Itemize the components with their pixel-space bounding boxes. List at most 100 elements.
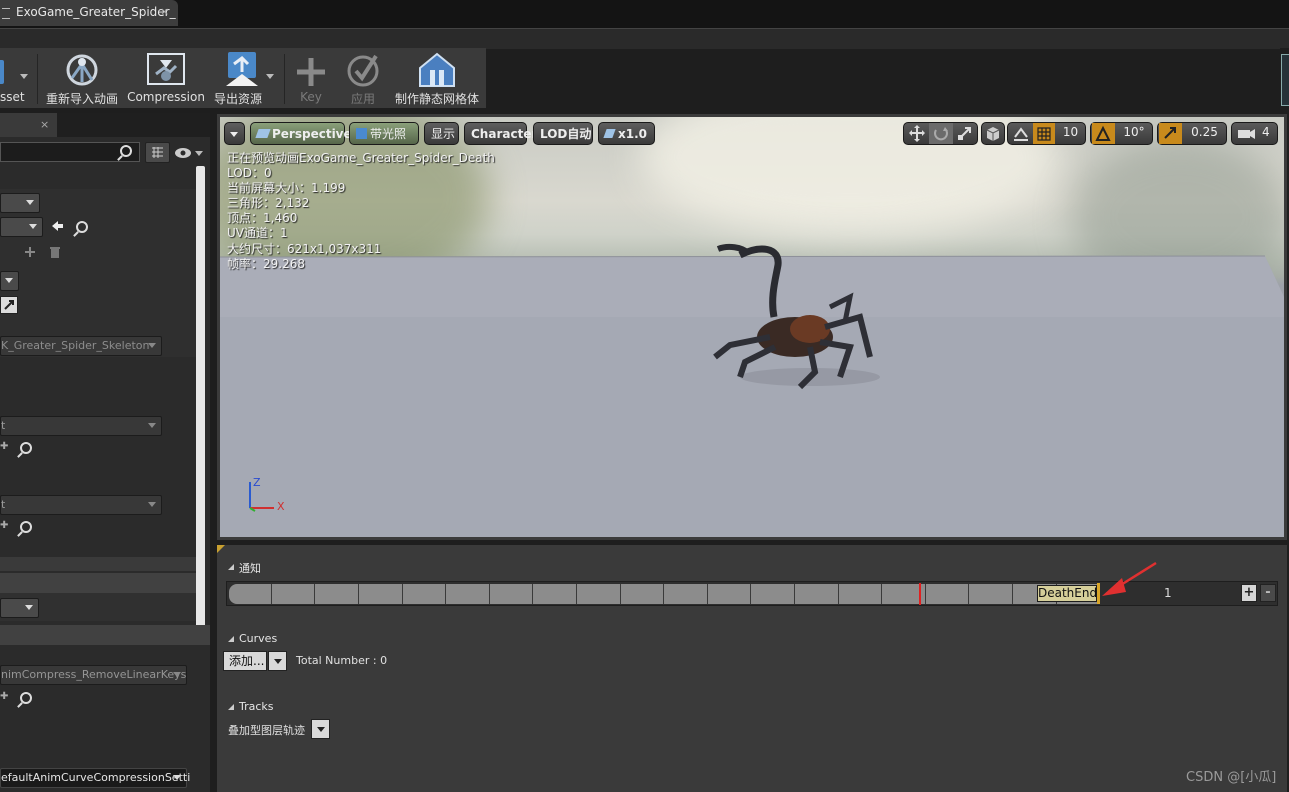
curve-compression-picker[interactable]: efaultAnimCurveCompressionSetti (0, 768, 190, 788)
search-icon[interactable] (76, 221, 88, 233)
preview-viewport[interactable]: Perspective 带光照 显示 Character LOD自动 x1.0 (220, 117, 1284, 537)
lod-label: LOD自动 (540, 127, 592, 141)
playhead-marker[interactable] (919, 583, 921, 605)
document-tab[interactable]: ExoGame_Greater_Spider_ × (0, 0, 178, 26)
lit-mode-button[interactable]: 带光照 (349, 122, 419, 145)
chevron-down-icon (266, 74, 274, 79)
visibility-button[interactable] (174, 145, 204, 161)
details-category-header[interactable] (0, 625, 210, 645)
use-selected-icon[interactable]: ✚ (0, 441, 8, 452)
tracks-section-label[interactable]: Tracks (239, 700, 274, 713)
lit-icon (356, 128, 367, 139)
asset-picker[interactable]: t (0, 416, 162, 436)
skeleton-picker[interactable]: K_Greater_Spider_Skeleton (0, 336, 162, 356)
back-arrow-icon[interactable] (50, 219, 64, 233)
scale-snap-toggle[interactable] (1159, 123, 1182, 144)
use-selected-icon[interactable]: ✚ (0, 691, 8, 702)
collapse-triangle-icon[interactable] (228, 564, 234, 570)
translate-tool[interactable] (906, 123, 928, 144)
scale-snap-group: 0.25 (1157, 122, 1227, 145)
stats-line: UV通道：1 (227, 226, 288, 241)
search-icon[interactable] (20, 521, 32, 533)
reset-icon (4, 300, 14, 310)
viewport-options-button[interactable] (224, 122, 245, 145)
timeline-frame-cell (229, 584, 272, 604)
save-asset-button[interactable]: sset (0, 48, 34, 108)
chevron-down-icon (20, 74, 28, 79)
details-category-header[interactable] (0, 167, 196, 188)
export-asset-button[interactable]: 导出资源 (208, 48, 280, 108)
remove-track-button[interactable]: - (1260, 584, 1276, 602)
rotation-snap-toggle[interactable] (1092, 123, 1115, 144)
right-panel-button[interactable] (1281, 54, 1289, 106)
compression-scheme-picker[interactable]: nimCompress_RemoveLinearKeys (0, 665, 187, 685)
surface-snap-button[interactable] (1010, 123, 1032, 144)
scale-tool[interactable] (954, 123, 976, 144)
asset-icon (0, 60, 4, 84)
curves-section-label[interactable]: Curves (239, 632, 277, 645)
add-curve-dropdown[interactable] (268, 651, 287, 671)
axis-z-label: Z (253, 476, 261, 489)
camera-icon (1238, 129, 1255, 139)
notify-deathend[interactable]: DeathEnd (1037, 585, 1097, 602)
property-combo[interactable] (0, 193, 40, 213)
asset-picker[interactable]: t (0, 495, 162, 515)
additive-layer-tracks-dropdown[interactable] (311, 719, 330, 739)
notifies-section-label[interactable]: 通知 (239, 560, 261, 576)
property-combo[interactable] (0, 217, 43, 237)
timeline-frame-cell (664, 584, 708, 604)
grid-snap-toggle[interactable] (1033, 123, 1055, 144)
collapse-triangle-icon[interactable] (228, 704, 234, 710)
lod-button[interactable]: LOD自动 (533, 122, 593, 145)
key-button[interactable]: Key (288, 48, 334, 108)
show-button[interactable]: 显示 (424, 122, 459, 145)
angle-icon (1095, 125, 1111, 141)
perspective-label: Perspective (272, 127, 352, 141)
grid-snap-value[interactable]: 10 (1056, 123, 1085, 144)
camera-speed-button[interactable]: 4 (1231, 122, 1278, 145)
close-tab-icon[interactable]: × (160, 5, 169, 18)
stats-line: 正在预览动画ExoGame_Greater_Spider_Death (227, 151, 495, 165)
use-selected-icon[interactable]: ✚ (0, 520, 8, 531)
reset-button[interactable] (0, 296, 18, 314)
playback-speed-button[interactable]: x1.0 (598, 122, 655, 145)
timeline-frame-cell (446, 584, 490, 604)
collapse-triangle-icon[interactable] (228, 636, 234, 642)
eye-icon (175, 148, 203, 158)
grid-view-button[interactable] (145, 142, 170, 163)
compression-scheme-value: nimCompress_RemoveLinearKeys (1, 668, 187, 681)
details-category-header[interactable] (0, 573, 196, 593)
delete-icon[interactable] (49, 246, 61, 259)
add-element-icon[interactable] (24, 246, 36, 258)
viewport-stats: 正在预览动画ExoGame_Greater_Spider_Death LOD：0… (227, 151, 495, 272)
rotate-tool[interactable] (929, 123, 953, 144)
apply-button[interactable]: 应用 (338, 48, 388, 108)
add-curve-button[interactable]: 添加... (223, 651, 267, 671)
grid-snap-group: 10 (1007, 122, 1086, 145)
camera-speed-value: 4 (1262, 125, 1270, 139)
scale-snap-value[interactable]: 0.25 (1183, 123, 1226, 144)
add-track-button[interactable]: + (1241, 584, 1257, 602)
property-combo[interactable] (0, 271, 19, 291)
compression-icon (147, 53, 185, 85)
timeline-frame-cell (621, 584, 664, 604)
details-category-header[interactable] (0, 557, 196, 571)
lit-mode-label: 带光照 (370, 127, 407, 141)
perspective-button[interactable]: Perspective (250, 122, 352, 145)
reimport-animation-button[interactable]: 重新导入动画 (42, 48, 122, 108)
stats-line: LOD：0 (227, 166, 272, 181)
close-tab-icon[interactable]: × (40, 118, 49, 131)
details-scrollbar[interactable] (196, 166, 205, 632)
search-icon[interactable] (20, 692, 32, 704)
skeleton-picker-value: K_Greater_Spider_Skeleton (1, 339, 150, 352)
compression-button[interactable]: Compression (126, 48, 206, 108)
make-static-mesh-button[interactable]: 制作静态网格体 (392, 48, 482, 108)
search-icon[interactable] (20, 442, 32, 454)
chevron-down-icon (317, 727, 325, 732)
character-button[interactable]: Character (464, 122, 537, 145)
rotation-snap-value[interactable]: 10° (1116, 123, 1152, 144)
compression-label: Compression (127, 90, 205, 104)
property-combo[interactable] (0, 598, 39, 618)
document-tab-title: ExoGame_Greater_Spider_ (16, 5, 176, 19)
world-local-toggle[interactable] (981, 122, 1005, 145)
